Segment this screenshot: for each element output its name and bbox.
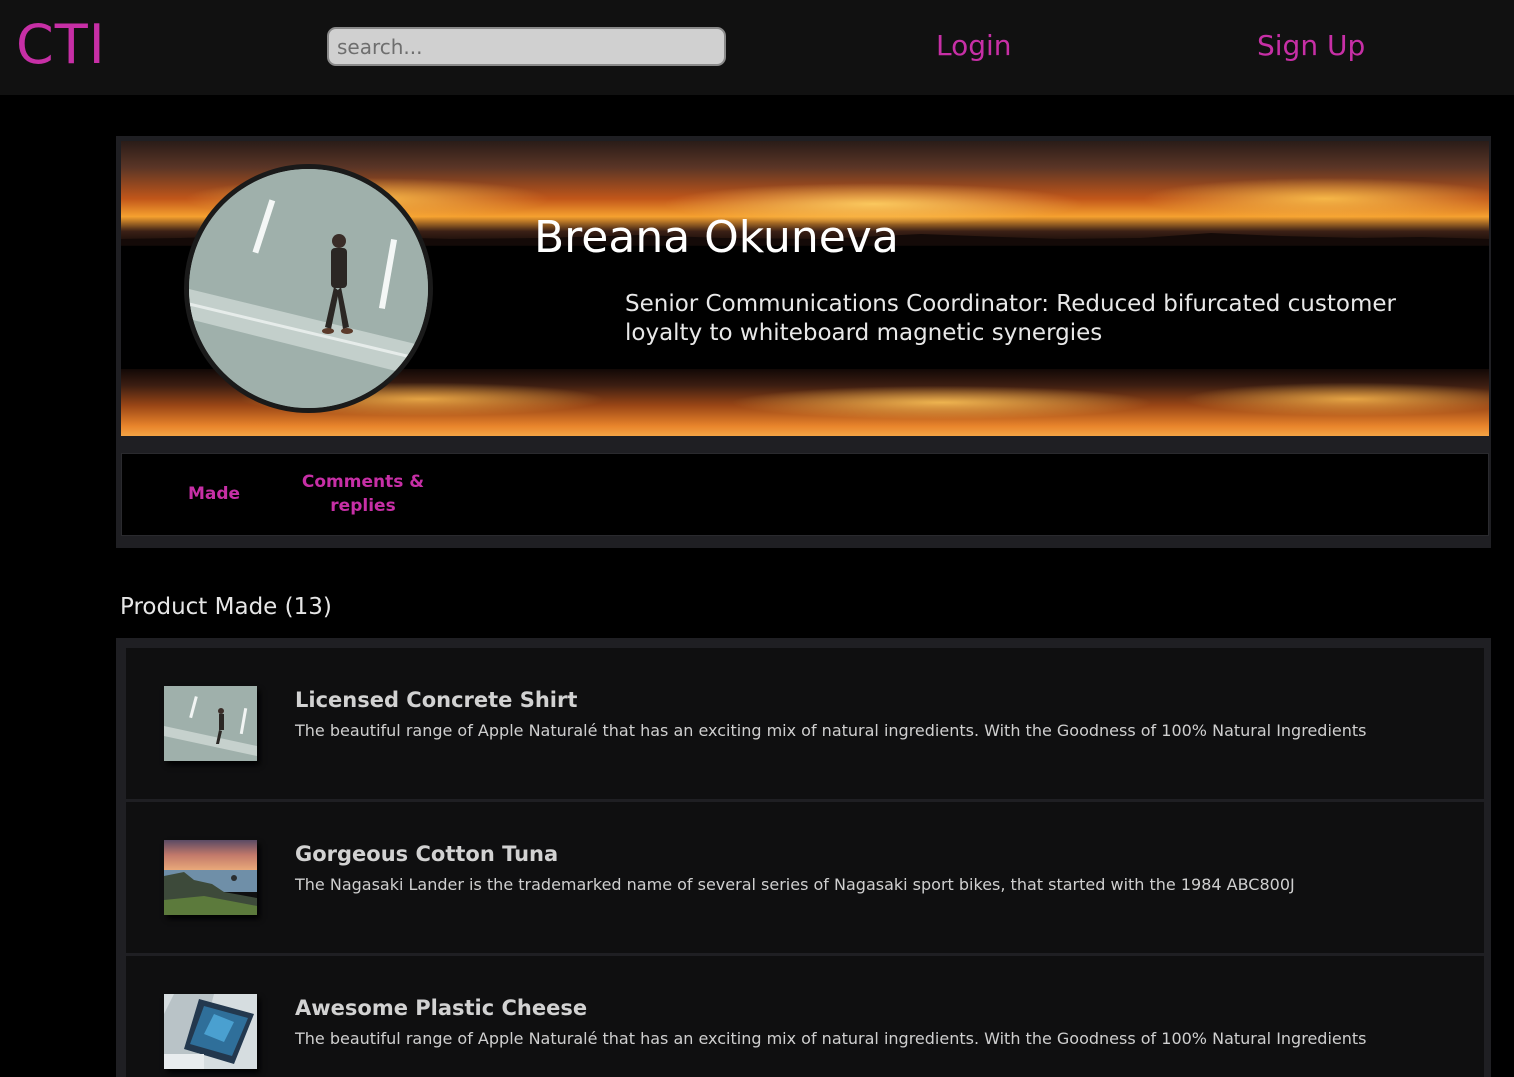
profile-tabs: Made Comments & replies [121, 453, 1489, 536]
products-section-title: Product Made (13) [120, 594, 332, 620]
product-title[interactable]: Awesome Plastic Cheese [295, 994, 587, 1022]
login-link[interactable]: Login [936, 26, 1012, 66]
product-list-item[interactable]: Licensed Concrete Shirt The beautiful ra… [126, 648, 1484, 799]
product-title[interactable]: Gorgeous Cotton Tuna [295, 840, 558, 868]
product-thumbnail [164, 994, 257, 1069]
product-list-item[interactable]: Awesome Plastic Cheese The beautiful ran… [126, 956, 1484, 1077]
product-thumbnail [164, 686, 257, 761]
tab-comments-replies[interactable]: Comments & replies [300, 470, 426, 518]
brand-logo[interactable]: CTI [16, 12, 106, 78]
person-walking-photo-icon [164, 686, 257, 761]
tab-made[interactable]: Made [184, 482, 244, 506]
laptop-desk-photo-icon [164, 994, 257, 1069]
profile-bio: Senior Communications Coordinator: Reduc… [625, 291, 1396, 346]
product-thumbnail [164, 840, 257, 915]
avatar-photo [189, 169, 428, 408]
product-description: The Nagasaki Lander is the trademarked n… [295, 875, 1295, 894]
coastline-sunset-photo-icon [164, 840, 257, 915]
top-navbar: CTI Login Sign Up [0, 0, 1514, 95]
profile-avatar [184, 164, 433, 413]
profile-name: Breana Okuneva [534, 212, 899, 263]
products-list: Licensed Concrete Shirt The beautiful ra… [116, 638, 1491, 1077]
product-title[interactable]: Licensed Concrete Shirt [295, 686, 577, 714]
product-description: The beautiful range of Apple Naturalé th… [295, 721, 1367, 740]
product-list-item[interactable]: Gorgeous Cotton Tuna The Nagasaki Lander… [126, 802, 1484, 953]
search-input[interactable] [327, 27, 726, 66]
product-description: The beautiful range of Apple Naturalé th… [295, 1029, 1367, 1048]
signup-link[interactable]: Sign Up [1257, 26, 1365, 66]
